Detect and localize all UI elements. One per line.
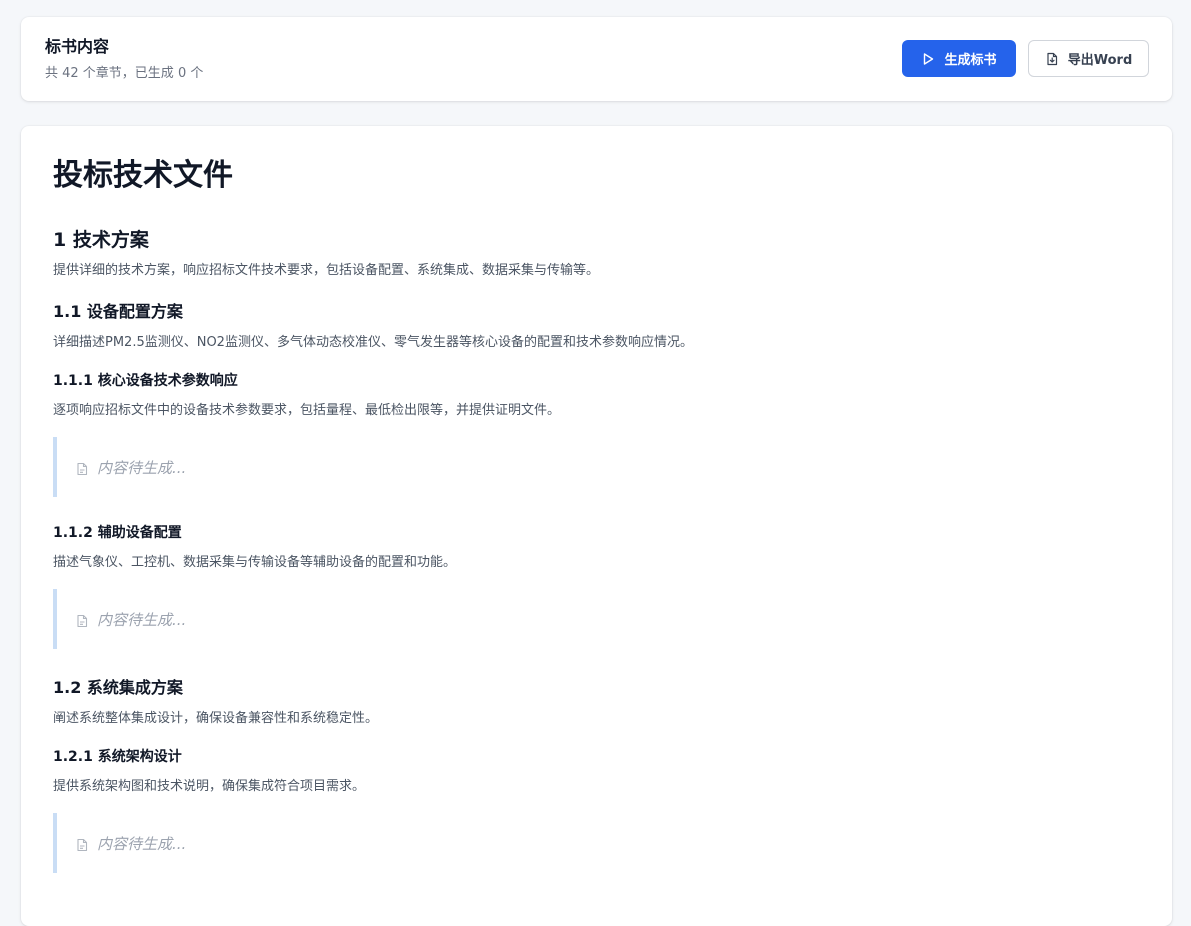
- section-heading: 1.1.2 辅助设备配置: [53, 525, 182, 541]
- section-heading: 1.2.1 系统架构设计: [53, 749, 182, 765]
- section-description: 描述气象仪、工控机、数据采集与传输设备等辅助设备的配置和功能。: [53, 555, 457, 570]
- file-text-icon: [75, 613, 89, 628]
- chapter-count: 共 42 个章节，已生成 0 个: [45, 66, 204, 81]
- section-description: 提供系统架构图和技术说明，确保集成符合项目需求。: [53, 779, 366, 794]
- section-description: 详细描述PM2.5监测仪、NO2监测仪、多气体动态校准仪、零气发生器等核心设备的…: [53, 335, 693, 350]
- generate-button-label: 生成标书: [944, 53, 997, 68]
- export-word-button-label: 导出Word: [1067, 53, 1133, 68]
- document-content: 投标技术文件 1 技术方案 提供详细的技术方案，响应招标文件技术要求，包括设备配…: [21, 126, 1172, 926]
- document-title: 投标技术文件: [53, 158, 233, 193]
- header-title: 标书内容: [45, 37, 110, 56]
- section-heading: 1.1.1 核心设备技术参数响应: [53, 373, 238, 389]
- file-download-icon: [1045, 52, 1059, 66]
- content-placeholder: 内容待生成...: [53, 589, 1133, 649]
- play-icon: [921, 52, 935, 66]
- export-word-button[interactable]: 导出Word: [1028, 40, 1149, 77]
- section-heading: 1.2 系统集成方案: [53, 678, 183, 697]
- content-placeholder: 内容待生成...: [53, 813, 1133, 873]
- placeholder-text: 内容待生成...: [97, 834, 187, 853]
- section-description: 逐项响应招标文件中的设备技术参数要求，包括量程、最低检出限等，并提供证明文件。: [53, 403, 561, 418]
- generate-button[interactable]: 生成标书: [902, 40, 1016, 77]
- file-text-icon: [75, 461, 89, 476]
- section-description: 提供详细的技术方案，响应招标文件技术要求，包括设备配置、系统集成、数据采集与传输…: [53, 263, 600, 278]
- header-card: 标书内容 共 42 个章节，已生成 0 个 生成标书 导出Word: [21, 17, 1172, 101]
- section-heading: 1 技术方案: [53, 229, 149, 251]
- placeholder-text: 内容待生成...: [97, 458, 187, 477]
- file-text-icon: [75, 837, 89, 852]
- placeholder-text: 内容待生成...: [97, 610, 187, 629]
- content-placeholder: 内容待生成...: [53, 437, 1133, 497]
- section-description: 阐述系统整体集成设计，确保设备兼容性和系统稳定性。: [53, 711, 379, 726]
- section-heading: 1.1 设备配置方案: [53, 302, 183, 321]
